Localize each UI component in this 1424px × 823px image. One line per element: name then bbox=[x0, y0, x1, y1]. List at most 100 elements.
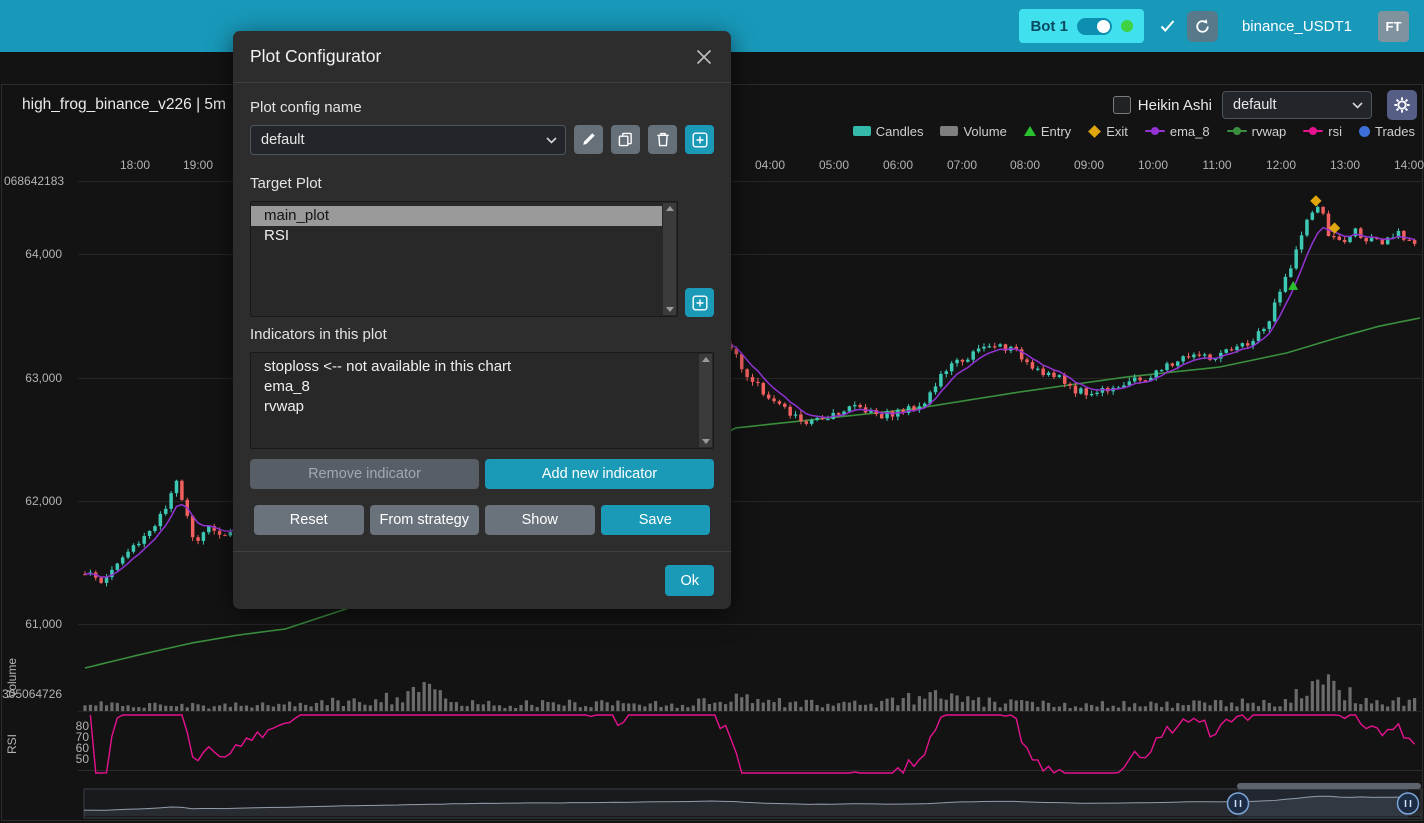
svg-text:19:00: 19:00 bbox=[183, 158, 213, 172]
ok-button[interactable]: Ok bbox=[665, 565, 714, 596]
bot-name-label: Bot 1 bbox=[1030, 18, 1068, 35]
legend-label: rsi bbox=[1328, 124, 1342, 139]
line-marker-icon bbox=[1145, 130, 1165, 132]
legend-label: Entry bbox=[1041, 124, 1071, 139]
check-icon bbox=[1160, 20, 1175, 32]
close-icon bbox=[696, 49, 712, 65]
bot-instance-name: binance_USDT1 bbox=[1242, 18, 1352, 35]
line-marker-icon bbox=[1303, 130, 1323, 132]
datazoom-handle[interactable] bbox=[1398, 793, 1419, 814]
modal-title: Plot Configurator bbox=[250, 46, 381, 67]
chart-title: high_frog_binance_v226 | 5m bbox=[22, 96, 226, 114]
chart-controls: Heikin Ashi default bbox=[1113, 90, 1417, 120]
diamond-marker-icon bbox=[1088, 125, 1101, 138]
app-root: 18:0019:0004:0005:0006:0007:0008:0009:00… bbox=[0, 0, 1424, 823]
target-plot-option[interactable]: RSI bbox=[251, 226, 662, 246]
svg-text:62,000: 62,000 bbox=[25, 494, 62, 508]
legend-item-trades[interactable]: Trades bbox=[1359, 124, 1415, 139]
svg-text:50: 50 bbox=[76, 752, 90, 766]
legend-item-rsi[interactable]: rsi bbox=[1303, 124, 1342, 139]
bot-toggle[interactable] bbox=[1077, 18, 1112, 35]
indicators-label: Indicators in this plot bbox=[250, 326, 714, 343]
datazoom-handle[interactable] bbox=[1228, 793, 1249, 814]
plot-config-select[interactable]: default bbox=[1222, 91, 1372, 119]
indicators-listbox[interactable]: stoploss <-- not available in this chart… bbox=[250, 352, 714, 449]
plot-config-name-label: Plot config name bbox=[250, 99, 714, 116]
legend-label: rvwap bbox=[1252, 124, 1287, 139]
modal-footer: Ok bbox=[233, 551, 731, 609]
show-button[interactable]: Show bbox=[485, 505, 595, 535]
legend-label: Trades bbox=[1375, 124, 1415, 139]
indicator-actions-row: Remove indicator Add new indicator bbox=[250, 459, 714, 489]
heikin-ashi-checkbox[interactable] bbox=[1113, 96, 1131, 114]
svg-text:068642183: 068642183 bbox=[4, 174, 64, 188]
listbox-scrollbar[interactable] bbox=[699, 354, 712, 447]
svg-text:07:00: 07:00 bbox=[947, 158, 977, 172]
target-plot-listbox[interactable]: main_plotRSI bbox=[250, 201, 678, 317]
target-plot-option[interactable]: main_plot bbox=[251, 206, 662, 226]
scroll-down-icon[interactable] bbox=[666, 307, 674, 312]
close-button[interactable] bbox=[694, 47, 714, 67]
plot-config-gear-button[interactable] bbox=[1387, 90, 1417, 120]
rect-marker-icon bbox=[853, 126, 871, 136]
svg-text:13:00: 13:00 bbox=[1330, 158, 1360, 172]
legend-item-rvwap[interactable]: rvwap bbox=[1227, 124, 1287, 139]
triangle-marker-icon bbox=[1024, 126, 1036, 136]
trash-icon bbox=[656, 132, 670, 147]
chart-legend: Candles Volume Entry Exit ema_8 rvwap rsi Trade… bbox=[853, 123, 1415, 139]
delete-config-button[interactable] bbox=[648, 125, 677, 154]
toggle-knob bbox=[1097, 20, 1110, 33]
plus-icon bbox=[692, 132, 708, 148]
legend-item-candles[interactable]: Candles bbox=[853, 124, 924, 139]
refresh-button[interactable] bbox=[1187, 11, 1218, 42]
copy-icon bbox=[618, 132, 633, 147]
bot-selector[interactable]: Bot 1 bbox=[1019, 9, 1144, 43]
heikin-ashi-label: Heikin Ashi bbox=[1138, 97, 1212, 114]
svg-text:61,000: 61,000 bbox=[25, 617, 62, 631]
config-actions-row: Reset From strategy Show Save bbox=[250, 505, 714, 535]
reset-button[interactable]: Reset bbox=[254, 505, 364, 535]
svg-text:64,000: 64,000 bbox=[25, 247, 62, 261]
from-strategy-button[interactable]: From strategy bbox=[370, 505, 480, 535]
config-name-select-value: default bbox=[261, 132, 305, 148]
indicator-option[interactable]: rvwap bbox=[251, 397, 698, 417]
freqtrade-logo-button[interactable]: FT bbox=[1378, 11, 1409, 42]
svg-text:04:00: 04:00 bbox=[755, 158, 785, 172]
plot-configurator-modal: Plot Configurator Plot config name defau… bbox=[233, 31, 731, 609]
legend-item-ema_8[interactable]: ema_8 bbox=[1145, 124, 1210, 139]
legend-item-volume[interactable]: Volume bbox=[940, 124, 1006, 139]
legend-label: Candles bbox=[876, 124, 924, 139]
refresh-icon bbox=[1194, 18, 1211, 35]
legend-label: Exit bbox=[1106, 124, 1128, 139]
edit-config-button[interactable] bbox=[574, 125, 603, 154]
scroll-up-icon[interactable] bbox=[666, 206, 674, 211]
save-button[interactable]: Save bbox=[601, 505, 711, 535]
scroll-up-icon[interactable] bbox=[702, 357, 710, 362]
pencil-icon bbox=[581, 132, 596, 147]
indicator-option[interactable]: stoploss <-- not available in this chart bbox=[251, 357, 698, 377]
legend-item-entry[interactable]: Entry bbox=[1024, 124, 1071, 139]
add-subplot-button[interactable] bbox=[685, 288, 714, 317]
scrollbar-thumb[interactable] bbox=[1237, 783, 1421, 789]
listbox-scrollbar[interactable] bbox=[663, 203, 676, 315]
plus-icon bbox=[692, 295, 708, 311]
svg-text:RSI: RSI bbox=[5, 734, 19, 754]
legend-item-exit[interactable]: Exit bbox=[1088, 124, 1128, 139]
bot-online-indicator bbox=[1121, 20, 1133, 32]
config-name-row: default bbox=[250, 125, 714, 155]
svg-text:14:00: 14:00 bbox=[1394, 158, 1424, 172]
svg-text:11:00: 11:00 bbox=[1202, 158, 1231, 172]
svg-text:05:00: 05:00 bbox=[819, 158, 849, 172]
svg-text:18:00: 18:00 bbox=[120, 158, 150, 172]
legend-label: Volume bbox=[963, 124, 1006, 139]
add-new-indicator-button[interactable]: Add new indicator bbox=[485, 459, 714, 489]
chevron-down-icon bbox=[1352, 97, 1363, 113]
config-name-select[interactable]: default bbox=[250, 125, 566, 155]
scroll-down-icon[interactable] bbox=[702, 439, 710, 444]
svg-text:Volume: Volume bbox=[5, 658, 19, 698]
remove-indicator-button[interactable]: Remove indicator bbox=[250, 459, 479, 489]
add-config-button[interactable] bbox=[685, 125, 714, 154]
duplicate-config-button[interactable] bbox=[611, 125, 640, 154]
svg-text:63,000: 63,000 bbox=[25, 371, 62, 385]
indicator-option[interactable]: ema_8 bbox=[251, 377, 698, 397]
